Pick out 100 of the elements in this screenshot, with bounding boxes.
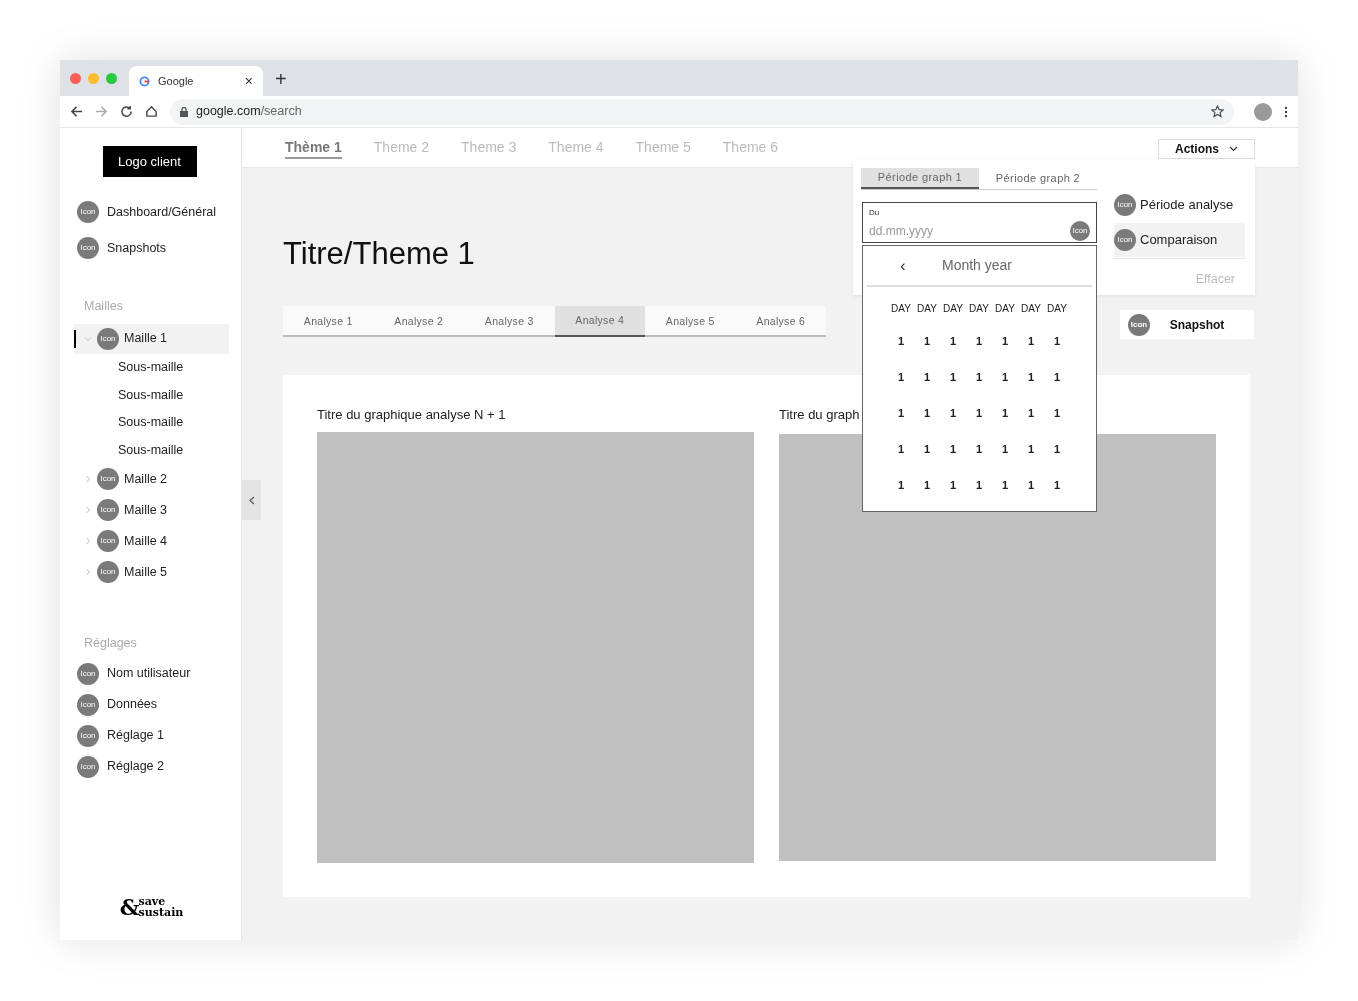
placeholder-icon: Icon (97, 327, 119, 350)
tree-subitem[interactable]: Sous-maille (74, 408, 229, 437)
calendar-day[interactable]: 1 (1027, 368, 1035, 386)
calendar-day[interactable]: 1 (1027, 332, 1035, 350)
close-window-icon[interactable] (70, 72, 81, 84)
new-tab-button[interactable]: + (275, 64, 287, 94)
menu-icon[interactable] (1284, 105, 1288, 118)
actions-dropdown[interactable]: Actions (1158, 139, 1255, 159)
period-tab[interactable]: Période graph 1 (861, 168, 979, 189)
previous-month-button[interactable]: ‹ (897, 253, 909, 278)
lock-icon (180, 106, 188, 117)
chevron-right-icon[interactable] (84, 475, 92, 484)
calendar-day[interactable]: 1 (897, 404, 905, 422)
calendar-day[interactable]: 1 (923, 368, 931, 386)
placeholder-icon: Icon (77, 693, 99, 716)
section-heading: Mailles (83, 298, 124, 315)
home-icon[interactable] (145, 105, 158, 118)
calendar-day[interactable]: 1 (949, 332, 957, 350)
calendar-day[interactable]: 1 (897, 440, 905, 458)
calendar-day[interactable]: 1 (1027, 440, 1035, 458)
calendar-day[interactable]: 1 (1053, 476, 1061, 494)
tree-item[interactable]: Icon Maille 2 (74, 463, 229, 495)
chevron-right-icon[interactable] (84, 537, 92, 546)
date-field[interactable]: Du dd.mm.yyyy Icon (862, 202, 1097, 243)
calendar-day[interactable]: 1 (1053, 440, 1061, 458)
tree-item[interactable]: Icon Maille 5 (74, 556, 229, 588)
analysis-tab[interactable]: Analyse 2 (373, 306, 464, 337)
close-tab-button[interactable]: × (244, 70, 253, 92)
tree-item[interactable]: Icon Maille 3 (74, 494, 229, 526)
calendar-day[interactable]: 1 (949, 404, 957, 422)
weekday-label: DAY (916, 302, 938, 316)
placeholder-icon: Icon (1070, 221, 1090, 241)
theme-tab[interactable]: Thème 1 (285, 136, 342, 159)
analysis-tab[interactable]: Analyse 4 (554, 306, 645, 337)
calendar-day[interactable]: 1 (975, 332, 983, 350)
calendar-day[interactable]: 1 (923, 476, 931, 494)
placeholder-icon: Icon (97, 499, 119, 522)
settings-item[interactable]: Icon Données (77, 695, 229, 714)
calendar-day[interactable]: 1 (1027, 404, 1035, 422)
period-tab[interactable]: Période graph 2 (979, 168, 1097, 189)
minimize-window-icon[interactable] (88, 72, 99, 84)
calendar-day[interactable]: 1 (975, 440, 983, 458)
calendar-day[interactable]: 1 (975, 476, 983, 494)
calendar-day[interactable]: 1 (1053, 332, 1061, 350)
calendar-day[interactable]: 1 (1001, 368, 1009, 386)
weekday-label: DAY (890, 302, 912, 316)
placeholder-icon: Icon (77, 237, 99, 259)
weekday-label: DAY (1046, 302, 1068, 316)
tree-subitem[interactable]: Sous-maille (74, 381, 229, 409)
calendar-day[interactable]: 1 (975, 368, 983, 386)
tree-item[interactable]: Icon Maille 1 (74, 323, 229, 354)
calendar-day[interactable]: 1 (897, 368, 905, 386)
date-input[interactable]: dd.mm.yyyy (869, 222, 1070, 240)
analysis-tab[interactable]: Analyse 1 (283, 306, 374, 337)
calendar-day[interactable]: 1 (923, 332, 931, 350)
analysis-tab[interactable]: Analyse 6 (735, 306, 826, 337)
reload-icon[interactable] (120, 105, 133, 118)
snapshot-button[interactable]: Icon Snapshot (1120, 310, 1254, 339)
calendar-day[interactable]: 1 (897, 332, 905, 350)
profile-avatar[interactable] (1254, 102, 1272, 121)
nav-item[interactable]: Icon Snapshots (77, 237, 229, 259)
calendar-day[interactable]: 1 (949, 368, 957, 386)
placeholder-icon: Icon (97, 468, 119, 491)
analysis-tab[interactable]: Analyse 3 (464, 306, 555, 337)
forward-icon[interactable] (95, 105, 108, 118)
address-bar[interactable]: google.com/search (170, 98, 1234, 125)
calendar-day[interactable]: 1 (1027, 476, 1035, 494)
settings-item[interactable]: Icon Réglage 2 (77, 757, 229, 776)
calendar-day[interactable]: 1 (949, 476, 957, 494)
calendar-day[interactable]: 1 (923, 404, 931, 422)
chevron-right-icon[interactable] (84, 506, 92, 515)
calendar-day[interactable]: 1 (949, 440, 957, 458)
chevron-down-icon[interactable] (84, 334, 92, 343)
calendar-day[interactable]: 1 (1001, 476, 1009, 494)
browser-tab[interactable]: Google × (129, 66, 263, 96)
placeholder-icon: Icon (77, 755, 99, 778)
nav-item[interactable]: Icon Dashboard/Général (77, 201, 229, 223)
calendar-day[interactable]: 1 (897, 476, 905, 494)
menu-option[interactable]: Icon Comparaison (1114, 223, 1245, 257)
tree-item[interactable]: Icon Maille 4 (74, 525, 229, 557)
chevron-right-icon[interactable] (84, 568, 92, 577)
calendar-day[interactable]: 1 (1001, 440, 1009, 458)
collapse-sidebar-button[interactable] (242, 480, 261, 520)
chart-title: Titre du graph (779, 406, 860, 424)
calendar-day[interactable]: 1 (923, 440, 931, 458)
page-title: Titre/Theme 1 (283, 238, 475, 269)
settings-item[interactable]: Icon Réglage 1 (77, 726, 229, 745)
menu-option[interactable]: Icon Période analyse (1114, 188, 1245, 222)
tree-subitem[interactable]: Sous-maille (74, 436, 229, 464)
calendar-day[interactable]: 1 (975, 404, 983, 422)
maximize-window-icon[interactable] (106, 72, 117, 84)
calendar-day[interactable]: 1 (1053, 368, 1061, 386)
star-icon[interactable] (1211, 105, 1224, 118)
settings-item[interactable]: Icon Nom utilisateur (77, 664, 229, 683)
tree-subitem[interactable]: Sous-maille (74, 353, 229, 382)
analysis-tab[interactable]: Analyse 5 (645, 306, 736, 337)
calendar-day[interactable]: 1 (1053, 404, 1061, 422)
calendar-day[interactable]: 1 (1001, 404, 1009, 422)
back-icon[interactable] (70, 105, 83, 118)
calendar-day[interactable]: 1 (1001, 332, 1009, 350)
